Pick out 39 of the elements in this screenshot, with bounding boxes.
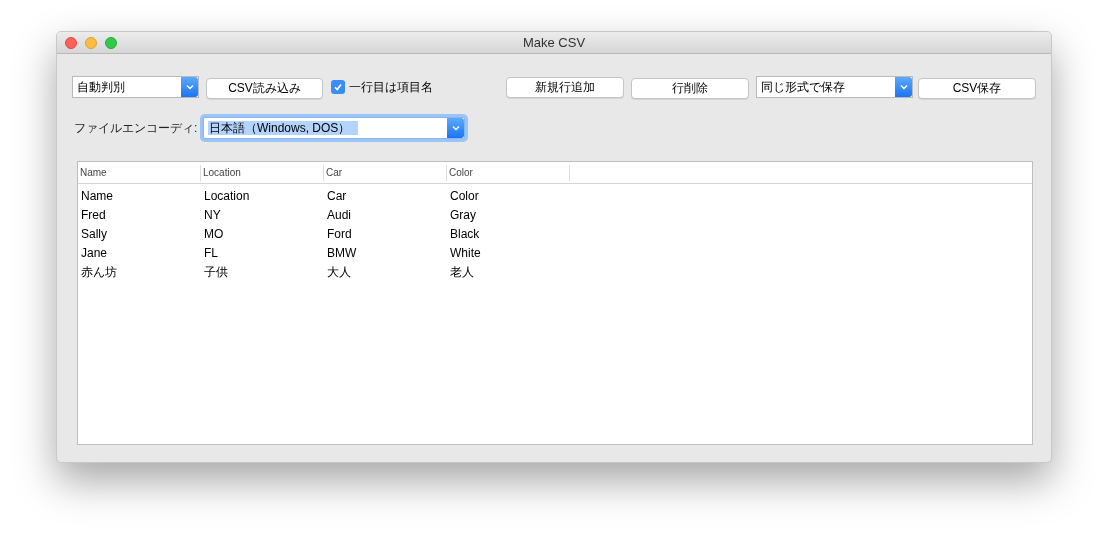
table-cell-text: NY — [203, 206, 222, 224]
table-cell-text: Jane — [80, 244, 109, 262]
table-cell-text: 赤ん坊 — [80, 263, 118, 281]
table-cell-text: Sally — [80, 225, 108, 243]
save-csv-button[interactable]: CSV保存 — [918, 77, 1036, 99]
table-cell-text: Fred — [80, 206, 107, 224]
header-checkbox[interactable] — [331, 80, 345, 94]
read-mode-select[interactable]: 自動判別 — [72, 76, 199, 98]
window-title: Make CSV — [522, 33, 586, 52]
column-header[interactable]: Color — [447, 164, 570, 181]
table-cell-text: 子供 — [203, 263, 229, 281]
zoom-button[interactable] — [105, 36, 117, 49]
table-cell-text: Location — [203, 187, 251, 205]
table-cell-text: FL — [203, 244, 219, 262]
check-icon — [333, 82, 343, 92]
table-cell-text: Ford — [326, 225, 353, 243]
minimize-button[interactable] — [85, 36, 97, 49]
column-header[interactable]: Car — [324, 164, 447, 181]
load-csv-button[interactable]: CSV読み込み — [206, 77, 323, 99]
table-cell-text: Car — [326, 187, 348, 205]
checkbox-label: 一行目は項目名 — [349, 79, 433, 96]
close-button[interactable] — [65, 36, 77, 49]
add-row-button[interactable]: 新規行追加 — [506, 76, 624, 98]
table-cell-text: Color — [449, 187, 480, 205]
encoding-select[interactable]: 日本語（Windows, DOS） — [203, 117, 465, 139]
table-cell-text: 大人 — [326, 263, 352, 281]
table-cell-text: MO — [203, 225, 225, 243]
encoding-label: ファイルエンコーディ: — [74, 120, 199, 137]
delete-row-button[interactable]: 行削除 — [631, 77, 749, 99]
save-mode-select[interactable]: 同じ形式で保存 — [756, 76, 913, 98]
table-cell-text: Gray — [449, 206, 477, 224]
table-cell-text: Black — [449, 225, 481, 243]
table-cell-text: White — [449, 244, 482, 262]
column-header[interactable]: Name — [78, 164, 201, 181]
column-header[interactable]: Location — [201, 164, 324, 181]
table-cell-text: Name — [80, 187, 114, 205]
table-cell-text: Audi — [326, 206, 353, 224]
table-cell-text: BMW — [326, 244, 358, 262]
table-cell-text: 老人 — [449, 263, 475, 281]
